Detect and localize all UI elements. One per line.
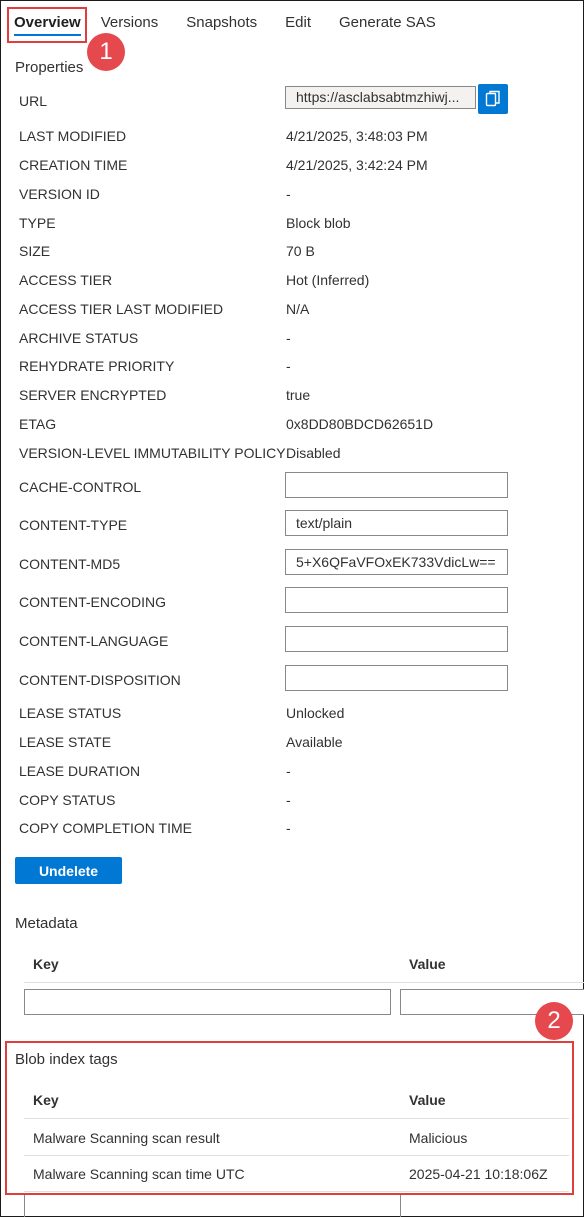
tags-value-column-edge [400, 1193, 401, 1217]
property-input-field[interactable] [285, 587, 508, 613]
property-value: 4/21/2025, 3:48:03 PM [286, 128, 428, 144]
property-value: - [286, 763, 291, 779]
property-label: REHYDRATE PRIORITY [19, 358, 175, 374]
tab-edit[interactable]: Edit [271, 8, 325, 38]
metadata-header-divider [24, 982, 584, 983]
property-input-field[interactable]: 5+X6QFaVFOxEK733VdicLw== [285, 549, 508, 575]
property-label: ACCESS TIER [19, 272, 113, 288]
property-value: N/A [286, 301, 310, 317]
annotation-badge-2: 2 [535, 1002, 573, 1040]
property-label: LAST MODIFIED [19, 128, 127, 144]
undelete-button[interactable]: Undelete [15, 857, 122, 884]
property-input-label: CONTENT-DISPOSITION [19, 672, 181, 688]
property-label: ARCHIVE STATUS [19, 330, 139, 346]
property-label: LEASE STATUS [19, 705, 122, 721]
property-label: VERSION ID [19, 186, 100, 202]
property-value: Disabled [286, 445, 341, 461]
annotation-box-blob-index-tags [5, 1041, 574, 1195]
property-label: LEASE STATE [19, 734, 112, 750]
property-label: VERSION-LEVEL IMMUTABILITY POLICY [19, 445, 286, 461]
copy-url-button[interactable] [478, 84, 508, 114]
property-value: Block blob [286, 215, 351, 231]
url-label: URL [19, 93, 48, 109]
property-value: - [286, 186, 291, 202]
property-label: LEASE DURATION [19, 763, 141, 779]
property-label: COPY COMPLETION TIME [19, 820, 192, 836]
property-label: SERVER ENCRYPTED [19, 387, 167, 403]
property-input-field[interactable] [285, 665, 508, 691]
property-label: CREATION TIME [19, 157, 128, 173]
property-value: true [286, 387, 311, 403]
tab-generate-sas[interactable]: Generate SAS [325, 8, 450, 38]
property-input-label: CACHE-CONTROL [19, 479, 142, 495]
metadata-heading: Metadata [15, 915, 78, 932]
metadata-value-header: Value [409, 956, 446, 972]
property-value: 70 B [286, 243, 315, 259]
property-value: - [286, 330, 291, 346]
property-value: Unlocked [286, 705, 345, 721]
property-input-label: CONTENT-TYPE [19, 517, 128, 533]
tab-snapshots[interactable]: Snapshots [172, 8, 271, 38]
property-input-field[interactable]: text/plain [285, 510, 508, 536]
metadata-key-input[interactable] [24, 989, 391, 1015]
property-input-label: CONTENT-MD5 [19, 556, 121, 572]
properties-heading: Properties [15, 59, 84, 76]
property-input-field[interactable] [285, 626, 508, 652]
property-value: Available [286, 734, 343, 750]
property-label: TYPE [19, 215, 56, 231]
property-input-label: CONTENT-LANGUAGE [19, 633, 169, 649]
property-value: Hot (Inferred) [286, 272, 370, 288]
annotation-box-overview [7, 7, 87, 43]
property-value: - [286, 792, 291, 808]
property-value: - [286, 358, 291, 374]
property-value: 0x8DD80BDCD62651D [286, 416, 434, 432]
property-label: ETAG [19, 416, 57, 432]
property-value: 4/21/2025, 3:42:24 PM [286, 157, 428, 173]
metadata-key-header: Key [33, 956, 59, 972]
property-input-label: CONTENT-ENCODING [19, 594, 166, 610]
property-label: COPY STATUS [19, 792, 116, 808]
property-value: - [286, 820, 291, 836]
property-label: SIZE [19, 243, 51, 259]
url-field[interactable]: https://asclabsabtmzhiwj... [285, 86, 476, 109]
tags-key-column-edge [24, 1193, 25, 1217]
property-input-field[interactable] [285, 472, 508, 498]
annotation-badge-1: 1 [87, 33, 125, 71]
property-label: ACCESS TIER LAST MODIFIED [19, 301, 224, 317]
copy-icon [485, 90, 500, 107]
